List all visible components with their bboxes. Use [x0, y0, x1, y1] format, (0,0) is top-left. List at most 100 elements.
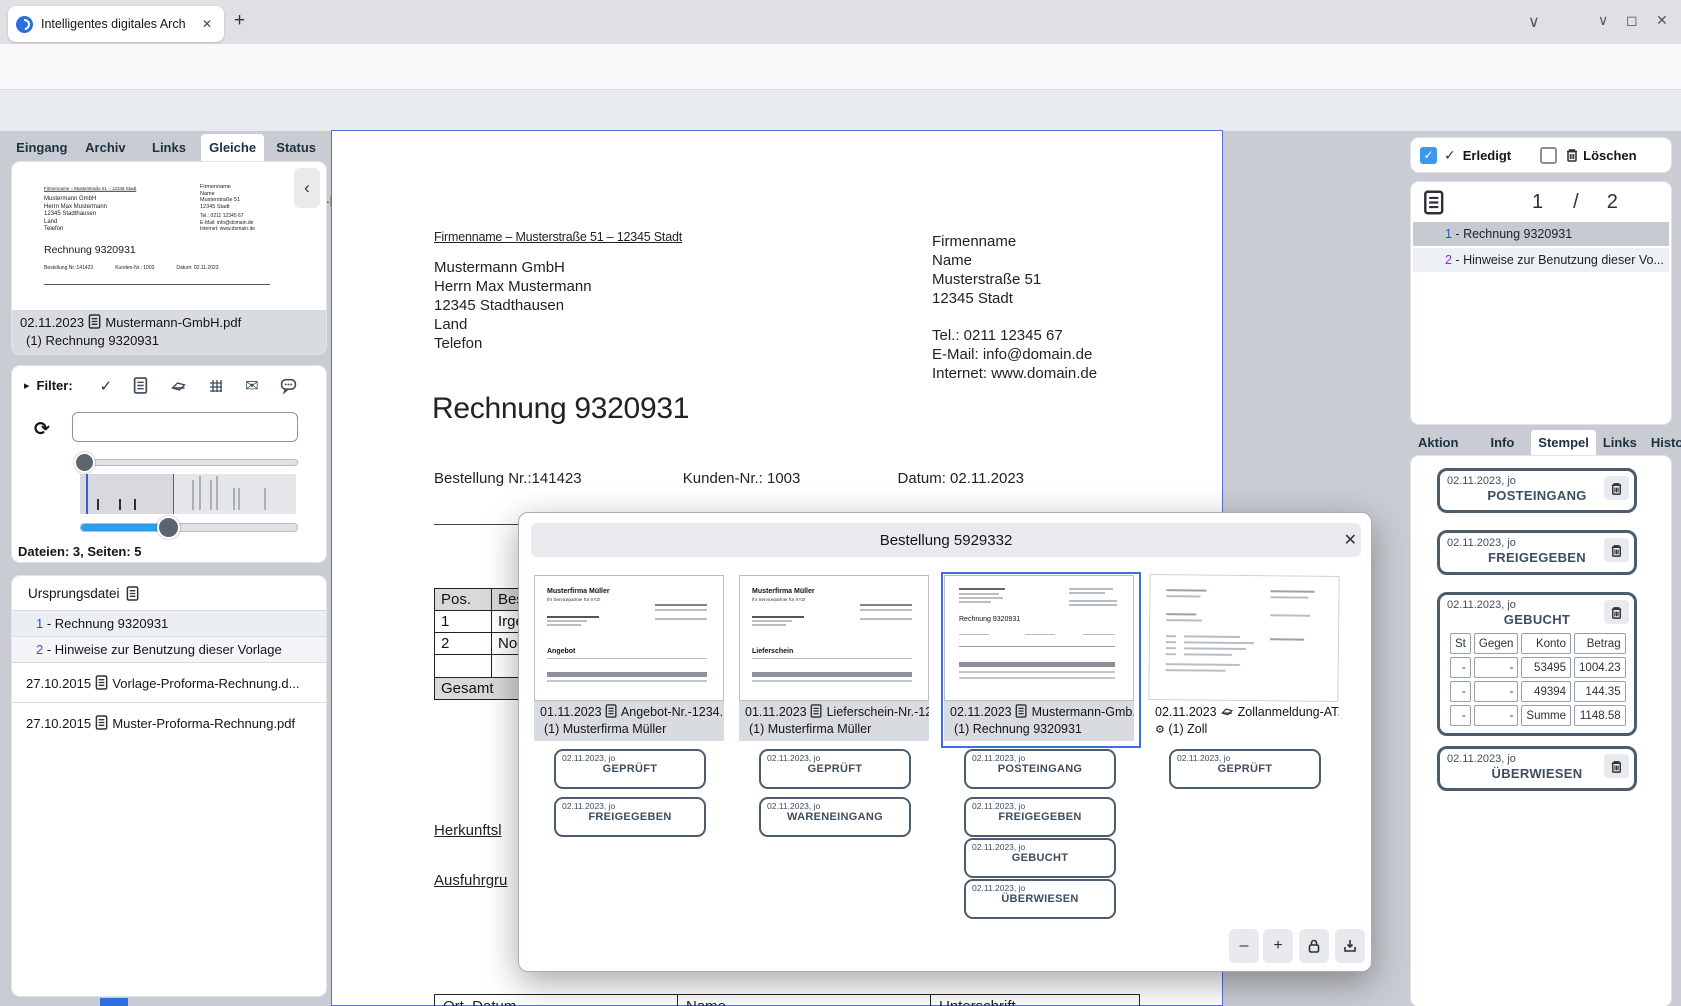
file-row-vorlage[interactable]: 27.10.2015 Vorlage-Proforma-Rechnung.d..… [12, 662, 326, 703]
timeline-histogram[interactable] [80, 474, 296, 514]
envelope-filter-icon[interactable]: ✉ [245, 376, 258, 395]
tab-gleiche[interactable]: Gleiche [201, 134, 265, 162]
doc-contact-block: Tel.: 0211 12345 67 E-Mail: info@domain.… [932, 326, 1097, 383]
page-link-2[interactable]: 2 - Hinweise zur Benutzung dieser Vorlag… [12, 636, 326, 662]
mini-title: Rechnung 9320931 [44, 244, 136, 256]
file-row-muster[interactable]: 27.10.2015 Muster-Proforma-Rechnung.pdf [12, 702, 326, 743]
doc-header-line: Firmenname – Musterstraße 51 – 12345 Sta… [434, 230, 682, 244]
range-slider-top[interactable] [80, 459, 298, 466]
stamp-freigegeben[interactable]: 02.11.2023, jo FREIGEGEBEN [1437, 530, 1637, 575]
modal-close-icon[interactable]: ✕ [1344, 530, 1357, 550]
booking-table: St Gegen Konto Betrag -- 534951004.23 --… [1447, 630, 1629, 729]
mini-meta: Bestellung Nr.:141423Kunden-Nr.: 1003Dat… [44, 265, 294, 271]
trash-icon [1609, 543, 1624, 558]
tab-aktion[interactable]: Aktion [1411, 430, 1465, 456]
modal-zoom-in-button[interactable]: + [1263, 929, 1293, 963]
right-page-link-2[interactable]: 2 - Hinweise zur Benutzung dieser Vo... [1413, 248, 1669, 272]
collapse-panel-button[interactable]: ‹ [294, 168, 320, 208]
doc-caption: 02.11.2023 Mustermann-Gmb... (1) Rechnun… [944, 701, 1134, 741]
right-sidebar-tabs: Aktion Info Stempel Links Historie [1411, 430, 1673, 456]
delete-label: Löschen [1583, 148, 1636, 163]
lock-icon [1306, 938, 1322, 954]
mini-recipient: Mustermann GmbH Herrn Max Mustermann 123… [44, 196, 107, 234]
filter-panel: ▸ Filter: ✓ ✉ ⟳ [12, 366, 326, 562]
modal-zoom-out-button[interactable]: – [1229, 929, 1259, 963]
delete-stamp-button[interactable] [1604, 538, 1629, 562]
tab-info[interactable]: Info [1483, 430, 1521, 456]
status-panel: ✓ ✓ Erledigt Löschen [1411, 138, 1671, 172]
modal-stamp: 02.11.2023, jo POSTEINGANG [964, 749, 1116, 789]
filter-input[interactable] [72, 412, 298, 442]
modal-stamp: 02.11.2023, jo GEPRÜFT [1169, 749, 1321, 789]
document-filter-icon[interactable] [133, 377, 149, 394]
page-link-1[interactable]: 1 - Rechnung 9320931 [12, 610, 326, 636]
scanner-icon [1220, 705, 1234, 718]
right-pager-total: 2 [1607, 191, 1618, 214]
delete-stamp-button[interactable] [1604, 754, 1629, 778]
tab-list-chevron-icon[interactable]: ∨ [1528, 12, 1540, 32]
document-icon [126, 586, 140, 601]
doc-thumbnail[interactable]: Rechnung 9320931 [944, 575, 1134, 701]
pages-panel: 1 / 2 1 - Rechnung 9320931 2 - Hinweise … [1411, 182, 1671, 424]
range-slider-bottom-handle[interactable] [157, 516, 180, 539]
stamp-posteingang[interactable]: 02.11.2023, jo POSTEINGANG [1437, 468, 1637, 513]
tab-close-icon[interactable]: ✕ [198, 15, 216, 33]
window-close-button[interactable]: ✕ [1656, 12, 1668, 29]
modal-lock-button[interactable] [1299, 929, 1329, 963]
comment-filter-icon[interactable] [280, 377, 297, 394]
modal-stamp: 02.11.2023, jo FREIGEGEBEN [964, 797, 1116, 837]
doc-signature-table: Ort, Datum Name Unterschrift [434, 994, 1140, 1006]
stamp-gebucht[interactable]: 02.11.2023, jo GEBUCHT St Gegen Konto Be… [1437, 592, 1637, 736]
document-icon [1015, 704, 1028, 718]
right-pager-separator: / [1573, 191, 1579, 214]
tab-status[interactable]: Status [264, 134, 328, 162]
tab-eingang[interactable]: Eingang [10, 134, 74, 162]
trash-icon [1609, 481, 1624, 496]
browser-tab[interactable]: Intelligentes digitales Arch ✕ [8, 6, 224, 42]
tab-archiv[interactable]: Archiv [74, 134, 138, 162]
doc-meta-row: Bestellung Nr.:141423 Kunden-Nr.: 1003 D… [434, 470, 1024, 487]
tab-historie[interactable]: Historie [1644, 430, 1681, 456]
modal-stamp: 02.11.2023, jo GEBUCHT [964, 838, 1116, 878]
window-maximize-button[interactable]: ◻ [1626, 12, 1638, 29]
tab-links-right[interactable]: Links [1596, 430, 1644, 456]
tab-links[interactable]: Links [137, 134, 201, 162]
right-page-link-1[interactable]: 1 - Rechnung 9320931 [1413, 222, 1669, 246]
modal-export-button[interactable] [1335, 929, 1365, 963]
gear-icon: ⚙ [1155, 723, 1165, 736]
mini-header-line: Firmenname – Musterstraße 51 – 12345 Sta… [44, 186, 136, 191]
modal-stamp: 02.11.2023, jo GEPRÜFT [554, 749, 706, 789]
doc-recipient-block: Mustermann GmbH Herrn Max Mustermann 123… [434, 258, 592, 353]
delete-stamp-button[interactable] [1604, 600, 1629, 624]
refresh-icon[interactable]: ⟳ [34, 418, 50, 440]
filter-expand-icon[interactable]: ▸ [24, 379, 30, 392]
range-slider-bottom[interactable] [80, 523, 298, 532]
doc-thumbnail[interactable]: Musterfirma Müller Ihr Servicepartner fü… [534, 575, 724, 701]
trash-icon [1609, 605, 1624, 620]
doc-caption: 01.11.2023 Lieferschein-Nr.-12... (1) Mu… [739, 701, 929, 741]
grid-filter-icon[interactable] [208, 378, 224, 394]
window-minimize-button[interactable]: ∨ [1598, 12, 1608, 29]
delete-stamp-button[interactable] [1604, 476, 1629, 500]
stamp-ueberwiesen[interactable]: 02.11.2023, jo ÜBERWIESEN [1437, 746, 1637, 791]
doc-thumbnail[interactable] [1148, 574, 1339, 702]
source-panel-title: Ursprungsdatei [28, 586, 140, 601]
chevron-left-icon: ‹ [304, 178, 310, 198]
scanner-filter-icon[interactable] [170, 378, 187, 394]
new-tab-button[interactable]: + [234, 10, 245, 32]
tab-title: Intelligentes digitales Arch [41, 17, 198, 31]
doc-title: Rechnung 9320931 [432, 392, 689, 426]
check-filter-icon[interactable]: ✓ [100, 377, 113, 395]
selected-file-row[interactable]: 02.11.2023 Mustermann-GmbH.pdf (1) Rechn… [12, 310, 326, 354]
tab-stempel[interactable]: Stempel [1531, 430, 1596, 456]
check-icon: ✓ [1444, 147, 1456, 164]
range-slider-top-handle[interactable] [74, 452, 95, 473]
browser-tabbar: Intelligentes digitales Arch ✕ + ∨ ∨ ◻ ✕ [0, 0, 1681, 44]
exit-arrow-icon [1342, 938, 1358, 954]
done-checkbox[interactable]: ✓ [1420, 147, 1437, 164]
delete-checkbox[interactable] [1540, 147, 1557, 164]
doc-thumbnail[interactable]: Musterfirma Müller Ihr Servicepartner fü… [739, 575, 929, 701]
doc-export-label: Ausfuhrgru [434, 872, 507, 889]
modal-header: Bestellung 5929332 [531, 523, 1361, 557]
document-thumbnail[interactable]: Firmenname – Musterstraße 51 – 12345 Sta… [22, 168, 292, 308]
